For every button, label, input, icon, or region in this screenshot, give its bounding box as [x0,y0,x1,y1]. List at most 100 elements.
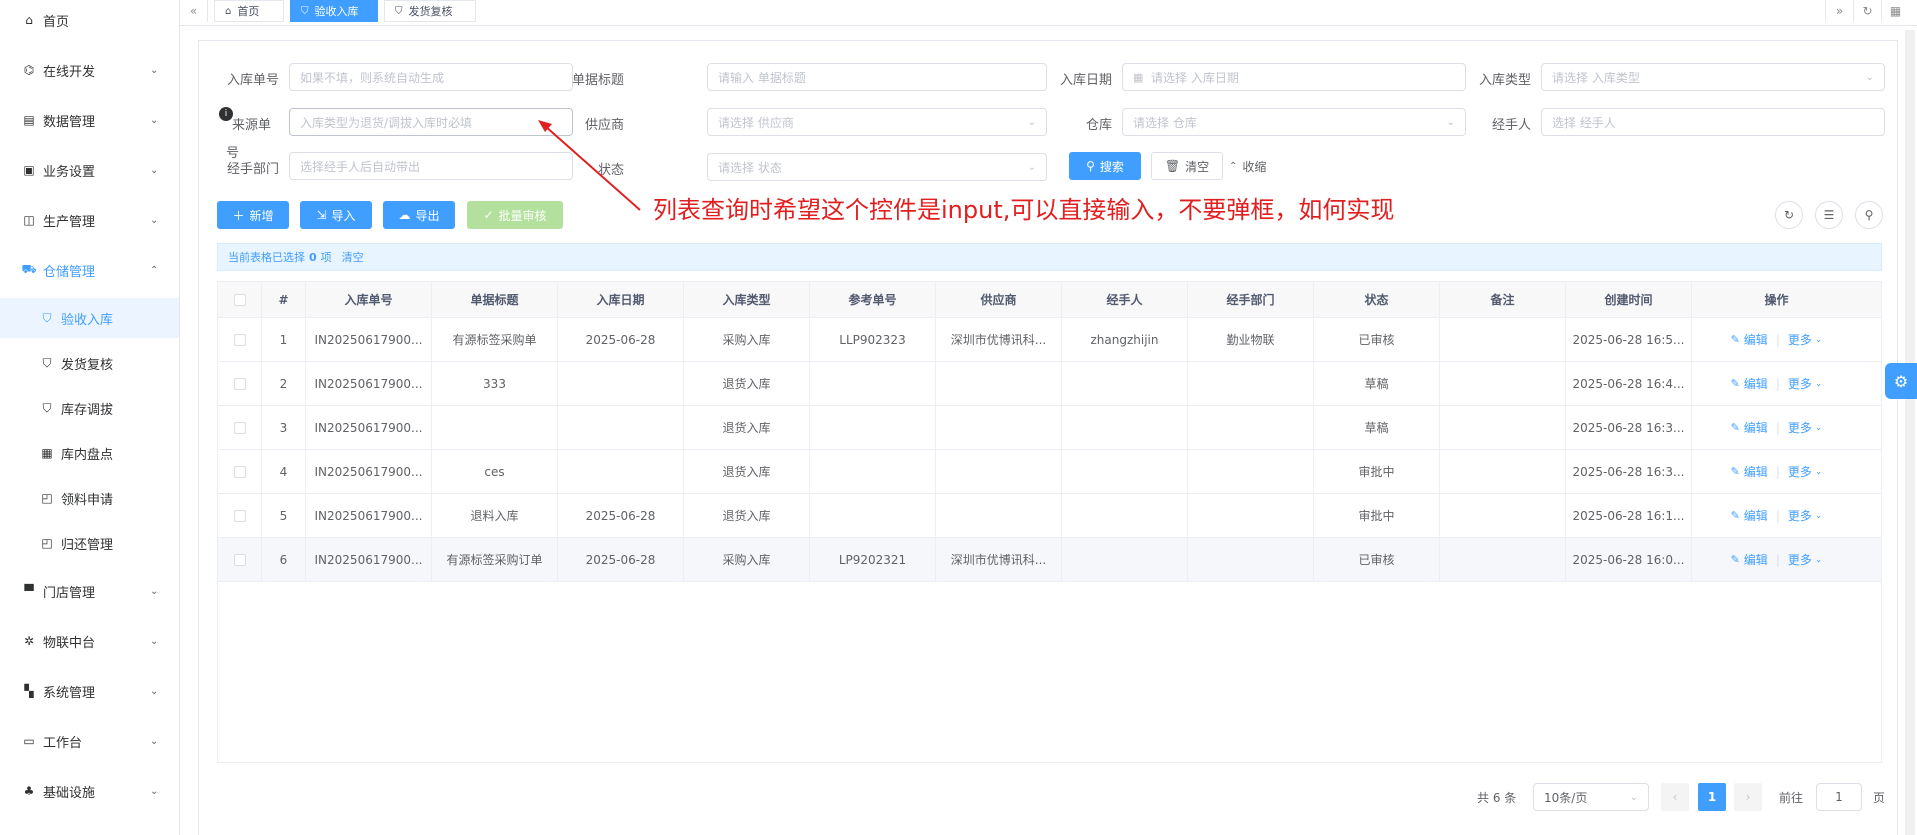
table-cell: 2025-06-28 [558,538,684,581]
edit-link[interactable]: 编辑 [1744,463,1768,480]
table-cell: LP9202321 [810,538,936,581]
row-checkbox[interactable] [233,465,246,478]
select-all-checkbox[interactable] [233,293,246,306]
sidebar-item[interactable]: ▤ 数据管理 ⌄ [0,100,179,140]
edit-link[interactable]: 编辑 [1744,507,1768,524]
table-cell: IN20250617900... [306,406,432,449]
prev-page-button[interactable]: ‹ [1661,783,1689,811]
row-checkbox[interactable] [233,377,246,390]
divider: | [1775,376,1780,391]
table-row[interactable]: 3 IN20250617900... 退货入库 草稿 2025-06-28 16:3..… [218,406,1881,450]
page-size-value: 10条/页 [1544,790,1588,805]
clear-button[interactable]: 🗑 清空 [1151,152,1223,180]
edit-link[interactable]: 编辑 [1744,551,1768,568]
export-button[interactable]: ☁ 导出 [383,201,455,229]
settings-gear-icon[interactable]: ⚙ [1885,363,1917,399]
tabs-right-icon[interactable]: » [1825,0,1853,22]
edit-link[interactable]: 编辑 [1744,419,1768,436]
sidebar-item[interactable]: ▭ 工作台 ⌄ [0,721,179,761]
collapse-toggle[interactable]: ⌃ 收缩 [1229,152,1266,180]
sidebar-item[interactable]: ◰ 领料申请 [0,478,179,518]
table-row[interactable]: 5 IN20250617900... 退料入库 2025-06-28 退货入库 审批中 20… [218,494,1881,538]
more-link[interactable]: 更多 [1788,331,1812,348]
row-checkbox[interactable] [233,553,246,566]
add-button[interactable]: ＋ 新增 [217,201,289,229]
table-row[interactable]: 6 IN20250617900... 有源标签采购订单 2025-06-28 采购入库 L… [218,538,1881,582]
sidebar-item[interactable]: ◫ 生产管理 ⌄ [0,200,179,240]
edit-link[interactable]: 编辑 [1744,375,1768,392]
sidebar-item[interactable]: ⌬ 在线开发 ⌄ [0,50,179,90]
cart-icon: ⛉ [42,400,52,415]
chevron-down-icon: ⌄ [1814,378,1823,389]
goto-page-input[interactable]: 1 [1816,783,1862,811]
sidebar-item[interactable]: ▦ 库内盘点 [0,433,179,473]
batch-audit-button[interactable]: ✓ 批量审核 [467,201,563,229]
column-header: # [262,282,306,317]
data-table: # 入库单号 单据标题 入库日期 入库类型 参考单号 供应商 经手人 经手部门 状态 备注 创建时间 操… [217,281,1882,763]
row-checkbox[interactable] [233,421,246,434]
refresh-table-icon[interactable]: ↻ [1775,201,1803,229]
edit-link[interactable]: 编辑 [1744,331,1768,348]
row-checkbox[interactable] [233,509,246,522]
page-size-select[interactable]: 10条/页 ⌄ [1533,783,1649,811]
inbound-type-label: 入库类型 [1478,73,1531,88]
sidebar-item[interactable]: ♣ 基础设施 ⌄ [0,771,179,811]
sidebar-item[interactable]: ⛉ 库存调拔 [0,388,179,428]
actions-cell: ✎ 编辑 | 更多 ⌄ [1692,406,1861,449]
tab[interactable]: ⛉ 验收入库 [290,0,378,22]
doc-title-input[interactable]: 请输入 单据标题 [707,63,1047,91]
vertical-scrollbar[interactable] [1905,30,1915,835]
tab[interactable]: ⛉ 发货复核 [384,0,476,22]
handler-label: 经手人 [1491,118,1531,133]
import-button[interactable]: ⇲ 导入 [300,201,372,229]
inbound-type-select[interactable]: 请选择 入库类型 ⌄ [1541,63,1885,91]
bag-icon: ◰ [41,536,53,550]
table-row[interactable]: 2 IN20250617900... 333 退货入库 草稿 2025-06-28 16:… [218,362,1881,406]
more-link[interactable]: 更多 [1788,463,1812,480]
toggle-search-icon[interactable]: ⚲ [1855,201,1883,229]
refresh-icon[interactable]: ↻ [1853,0,1881,22]
table-row[interactable]: 1 IN20250617900... 有源标签采购单 2025-06-28 采购入库 LL… [218,318,1881,362]
inbound-date-picker[interactable]: ▦ 请选择 入库日期 [1122,63,1466,91]
warehouse-select[interactable]: 请选择 仓库 ⌄ [1122,108,1466,136]
table-row[interactable]: 4 IN20250617900... ces 退货入库 审批中 2025-06-28 16… [218,450,1881,494]
handler-input[interactable]: 选择 经手人 [1541,108,1885,136]
sidebar-item[interactable]: ▣ 业务设置 ⌄ [0,150,179,190]
row-checkbox[interactable] [233,333,246,346]
sidebar-item[interactable]: ⛉ 发货复核 [0,343,179,383]
page-1-button[interactable]: 1 [1698,783,1726,811]
clear-selection-link[interactable]: 清空 [342,249,364,265]
sidebar-item[interactable]: ◰ 归还管理 [0,523,179,563]
store-icon: ▀ [24,584,34,598]
chevron-down-icon: ⌄ [150,164,159,176]
chevron-down-icon: ⌄ [1027,116,1036,128]
status-select[interactable]: 请选择 状态 ⌄ [707,153,1047,181]
more-link[interactable]: 更多 [1788,419,1812,436]
collapse-tabs-left-icon[interactable]: « [180,0,208,22]
table-cell: 退货入库 [684,362,810,405]
sidebar-item[interactable]: ✲ 物联中台 ⌄ [0,621,179,661]
infrastructure-icon: ♣ [23,784,35,798]
next-page-button[interactable]: › [1734,783,1762,811]
source-no-input[interactable]: 入库类型为退货/调拔入库时必填 [289,108,573,136]
column-header: 供应商 [936,282,1062,317]
table-cell [936,362,1062,405]
edit-icon: ✎ [1730,553,1740,566]
supplier-select[interactable]: 请选择 供应商 ⌄ [707,108,1047,136]
sidebar-item[interactable]: ⌂ 首页 [0,0,179,40]
more-link[interactable]: 更多 [1788,551,1812,568]
inbound-no-input[interactable]: 如果不填，则系统自动生成 [289,63,573,91]
apps-grid-icon[interactable]: ▦ [1881,0,1909,22]
table-cell: 采购入库 [684,318,810,361]
column-settings-icon[interactable]: ☰ [1815,201,1843,229]
sidebar-item[interactable]: ⛉ 验收入库 [0,298,179,338]
more-link[interactable]: 更多 [1788,507,1812,524]
more-link[interactable]: 更多 [1788,375,1812,392]
handler-dept-input[interactable]: 选择经手人后自动带出 [289,152,573,180]
sidebar-item[interactable]: ⛟ 仓储管理 ⌃ [0,250,179,290]
sidebar-item[interactable]: ▀ 门店管理 ⌄ [0,571,179,611]
tab[interactable]: ⌂ 首页 [214,0,284,22]
table-cell: 2025-06-28 16:3... [1566,450,1692,493]
search-button[interactable]: ⚲ 搜索 [1069,152,1141,180]
sidebar-item[interactable]: ▚ 系统管理 ⌄ [0,671,179,711]
